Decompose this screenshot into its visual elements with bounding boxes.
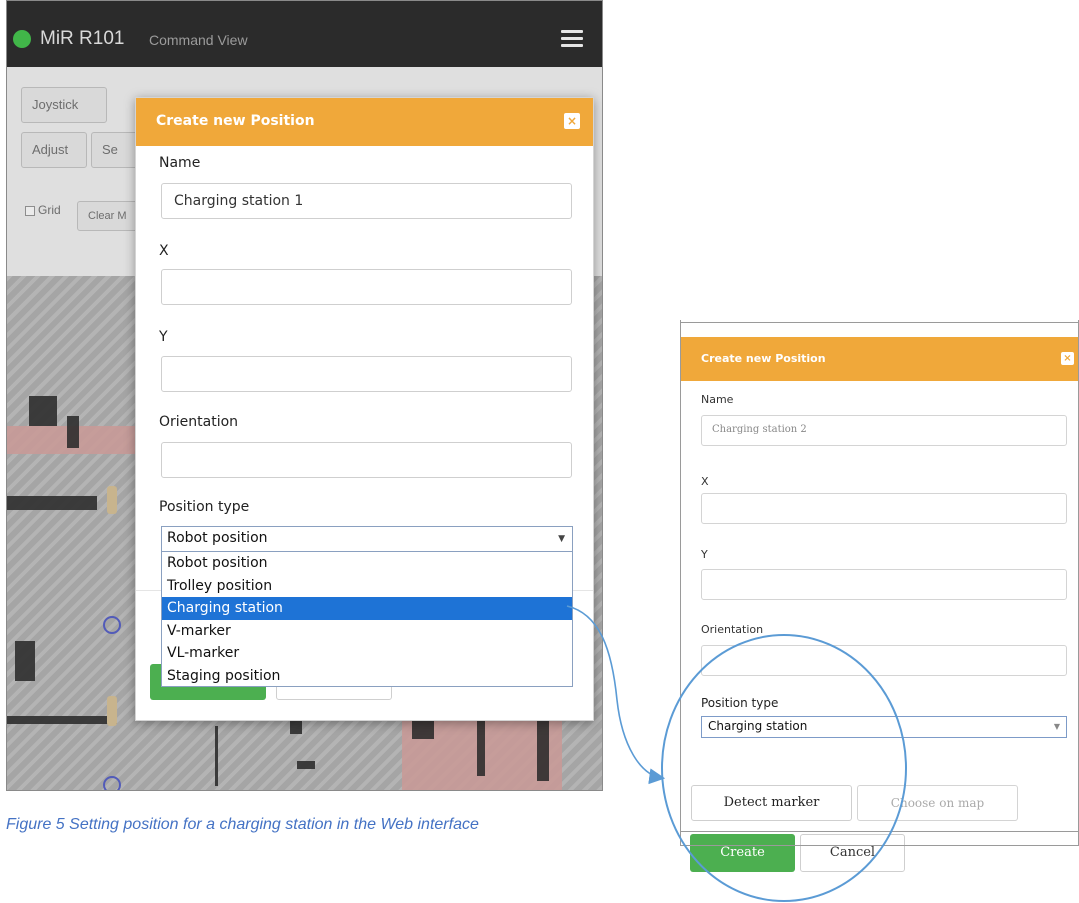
orientation-label: Orientation (701, 623, 764, 636)
robot-status-indicator (13, 30, 31, 48)
cancel-button[interactable]: Cancel (800, 834, 905, 872)
name-field[interactable]: Charging station 2 (701, 415, 1067, 446)
orientation-field[interactable] (161, 442, 572, 478)
x-label: X (701, 475, 709, 488)
create-position-dialog-detail: Create new Position × Name Charging stat… (680, 322, 1079, 832)
orientation-field[interactable] (701, 645, 1067, 676)
name-field[interactable]: Charging station 1 (161, 183, 572, 219)
x-label: X (159, 243, 169, 259)
position-type-label: Position type (701, 696, 779, 710)
close-icon[interactable]: × (1061, 352, 1074, 365)
dropdown-arrow-icon: ▼ (1053, 722, 1060, 731)
figure-caption: Figure 5 Setting position for a charging… (6, 816, 479, 833)
dialog-title: Create new Position (701, 352, 826, 365)
detect-marker-button[interactable]: Detect marker (691, 785, 852, 821)
choose-on-map-button[interactable]: Choose on map (857, 785, 1018, 821)
create-button[interactable]: Create (690, 834, 795, 872)
position-type-select[interactable]: Robot position ▼ (161, 526, 573, 552)
name-label: Name (159, 155, 201, 171)
top-bar: MiR R101 Command View (7, 1, 602, 67)
option-staging-position[interactable]: Staging position (162, 665, 572, 688)
option-charging-station[interactable]: Charging station (162, 597, 572, 620)
view-title: Command View (149, 32, 248, 48)
dialog-header: Create new Position × (681, 337, 1078, 381)
position-type-select[interactable]: Charging station ▼ (701, 716, 1067, 738)
option-trolley-position[interactable]: Trolley position (162, 575, 572, 598)
hamburger-menu-icon[interactable] (561, 30, 583, 48)
position-type-options-list: Robot position Trolley position Charging… (161, 551, 573, 687)
y-label: Y (701, 548, 708, 561)
dropdown-arrow-icon: ▼ (558, 534, 565, 544)
position-type-selected-value: Robot position (167, 530, 268, 546)
dialog-header: Create new Position × (136, 98, 593, 146)
name-label: Name (701, 393, 734, 406)
close-icon[interactable]: × (564, 113, 580, 129)
y-field[interactable] (161, 356, 572, 392)
option-robot-position[interactable]: Robot position (162, 552, 572, 575)
dialog-title: Create new Position (156, 113, 315, 129)
orientation-label: Orientation (159, 414, 239, 430)
position-type-label: Position type (159, 499, 250, 515)
x-field[interactable] (161, 269, 572, 305)
create-position-dialog: Create new Position × Name Charging stat… (135, 97, 594, 721)
option-v-marker[interactable]: V-marker (162, 620, 572, 643)
option-vl-marker[interactable]: VL-marker (162, 642, 572, 665)
robot-name: MiR R101 (40, 28, 125, 49)
mir-web-interface-screenshot: MiR R101 Command View Joystick Adjust Se… (6, 0, 603, 791)
x-field[interactable] (701, 493, 1067, 524)
y-field[interactable] (701, 569, 1067, 600)
position-type-selected-value: Charging station (708, 719, 808, 733)
y-label: Y (159, 329, 168, 345)
